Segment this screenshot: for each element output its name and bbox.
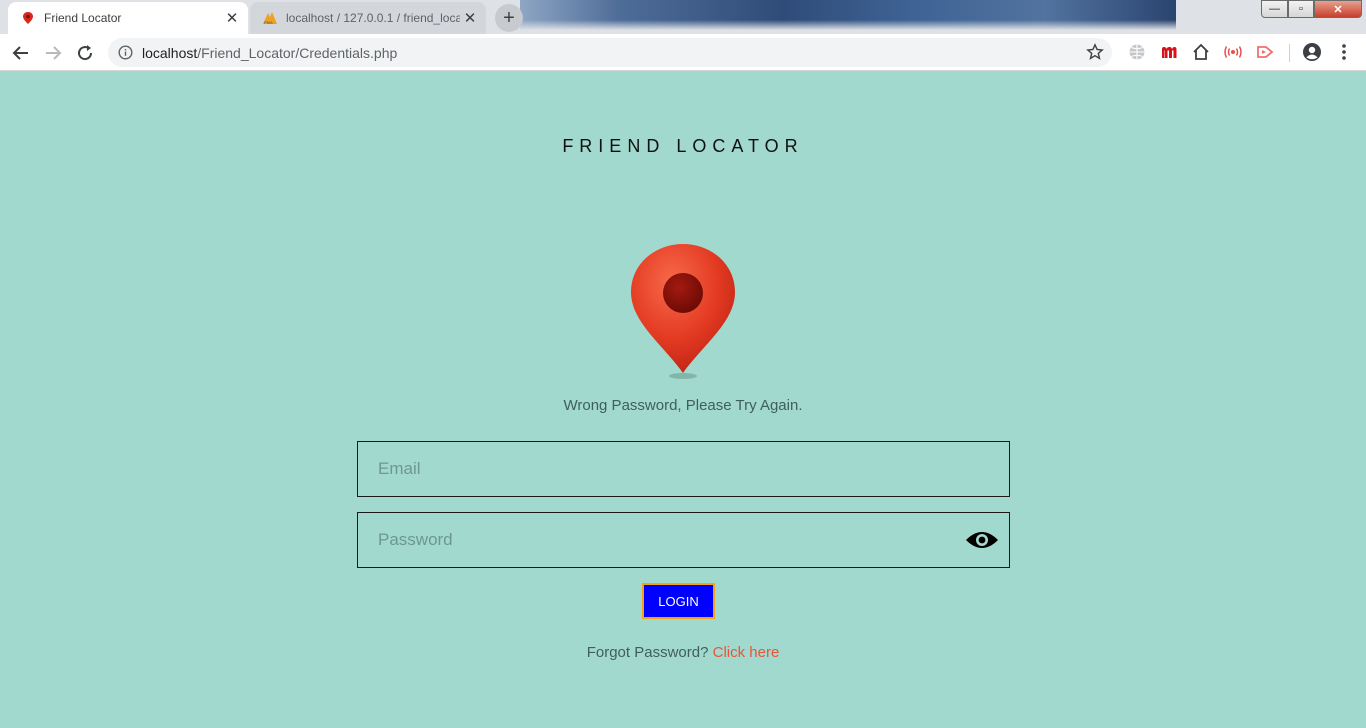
forward-icon[interactable] — [40, 40, 66, 66]
toolbar-divider — [1289, 44, 1290, 62]
email-input[interactable] — [358, 442, 1009, 496]
map-pin-icon — [20, 10, 36, 26]
login-button[interactable]: LOGIN — [642, 583, 715, 619]
phpmyadmin-icon: PMA — [262, 10, 278, 26]
browser-tabstrip: Friend Locator ✕ PMA localhost / 127.0.0… — [0, 0, 1366, 34]
password-input[interactable] — [358, 513, 1009, 567]
forgot-password-text: Forgot Password? — [586, 644, 709, 661]
close-tab-icon[interactable]: ✕ — [460, 8, 480, 28]
map-pin-icon — [631, 244, 735, 379]
video-extension-icon[interactable] — [1255, 42, 1275, 62]
page-title: FRIEND LOCATOR — [562, 136, 804, 156]
forgot-password: Forgot Password? Click here — [0, 644, 1366, 661]
error-message: Wrong Password, Please Try Again. — [563, 397, 803, 414]
close-tab-icon[interactable]: ✕ — [222, 8, 242, 28]
email-field[interactable] — [357, 441, 1010, 497]
url-host: localhost — [142, 45, 198, 61]
minimize-button[interactable]: — — [1261, 0, 1288, 18]
info-icon[interactable] — [118, 45, 133, 60]
window-background — [520, 0, 1176, 30]
tab-title: localhost / 127.0.0.1 / friend_loca — [286, 11, 460, 25]
url-path: /Friend_Locator/Credentials.php — [197, 45, 398, 61]
reload-icon[interactable] — [72, 40, 98, 66]
cast-signal-icon[interactable] — [1223, 42, 1243, 62]
translate-globe-icon[interactable] — [1127, 42, 1147, 62]
address-url[interactable]: localhost/Friend_Locator/Credentials.php — [142, 45, 397, 61]
back-icon[interactable] — [8, 40, 34, 66]
tab-title: Friend Locator — [44, 11, 122, 25]
forgot-password-link[interactable]: Click here — [713, 644, 780, 661]
tab-phpmyadmin[interactable]: PMA localhost / 127.0.0.1 / friend_loca … — [250, 2, 486, 34]
password-field[interactable] — [357, 512, 1010, 568]
new-tab-button[interactable]: + — [495, 4, 523, 32]
home-icon[interactable] — [1191, 42, 1211, 62]
menu-kebab-icon[interactable] — [1334, 42, 1354, 62]
profile-icon[interactable] — [1302, 42, 1322, 62]
bookmark-star-icon[interactable] — [1086, 43, 1104, 61]
m-extension-icon[interactable] — [1159, 42, 1179, 62]
maximize-button[interactable]: ▫ — [1288, 0, 1314, 18]
address-bar[interactable]: localhost/Friend_Locator/Credentials.php — [108, 38, 1112, 67]
eye-toggle-icon[interactable] — [965, 529, 999, 551]
browser-toolbar: localhost/Friend_Locator/Credentials.php — [0, 34, 1366, 71]
tab-friend-locator[interactable]: Friend Locator ✕ — [8, 2, 248, 34]
close-window-button[interactable]: ✕ — [1314, 0, 1362, 18]
svg-text:PMA: PMA — [264, 20, 273, 25]
